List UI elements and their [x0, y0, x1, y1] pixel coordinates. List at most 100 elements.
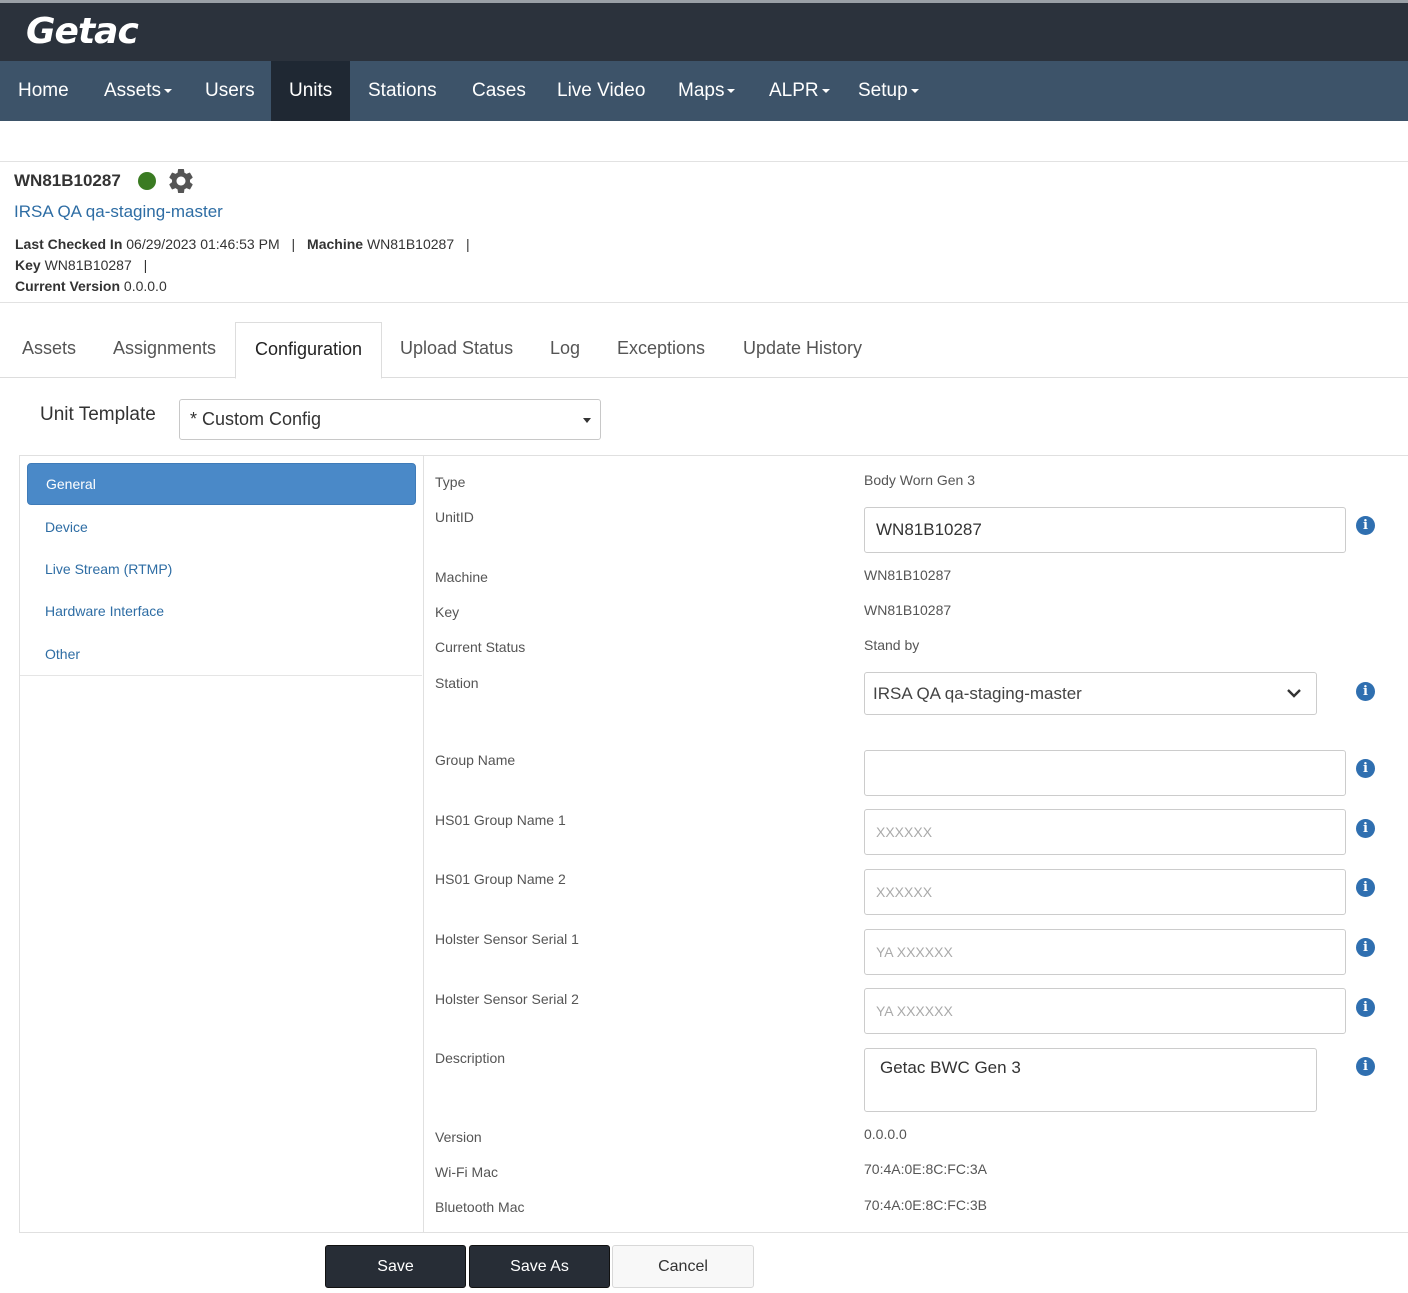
station-label: Station	[435, 675, 479, 691]
divider	[0, 302, 1408, 303]
nav-maps[interactable]: Maps	[660, 61, 753, 121]
station-select-value: IRSA QA qa-staging-master	[873, 684, 1082, 703]
nav-setup[interactable]: Setup	[840, 61, 937, 121]
unit-template-label: Unit Template	[40, 404, 156, 425]
holster-sensor-serial-1-label: Holster Sensor Serial 1	[435, 931, 579, 947]
sidebar-divider	[423, 455, 424, 1233]
gear-icon[interactable]	[166, 166, 196, 196]
key-label: Key	[15, 257, 41, 273]
nav-setup-label: Setup	[858, 80, 908, 101]
unitid-label: UnitID	[435, 509, 474, 525]
status-online-icon	[138, 172, 156, 190]
type-value: Body Worn Gen 3	[864, 472, 976, 488]
save-button[interactable]: Save	[325, 1245, 466, 1288]
caret-down-icon	[164, 88, 173, 93]
current-version-label: Current Version	[15, 278, 121, 294]
nav-maps-label: Maps	[678, 80, 725, 101]
tab-upload-status[interactable]: Upload Status	[381, 322, 532, 378]
tab-configuration[interactable]: Configuration	[235, 322, 383, 379]
last-checked-value: 06/29/2023 01:46:53 PM	[126, 236, 280, 252]
info-icon[interactable]: i	[1356, 878, 1375, 897]
chevron-down-icon	[1287, 689, 1301, 698]
meta-line-3: Current Version 0.0.0.0	[15, 278, 167, 294]
caret-down-icon	[583, 418, 591, 423]
nav-cases[interactable]: Cases	[454, 61, 544, 121]
group-name-input[interactable]	[864, 750, 1346, 796]
group-name-label: Group Name	[435, 752, 516, 768]
station-link[interactable]: IRSA QA qa-staging-master	[14, 202, 223, 222]
sidebar-item-device[interactable]: Device	[27, 507, 416, 549]
tab-log[interactable]: Log	[531, 322, 599, 378]
key-value: WN81B10287	[864, 602, 952, 618]
sidebar-item-general[interactable]: General	[27, 463, 416, 505]
nav-assets-label: Assets	[104, 80, 162, 101]
nav-users-label: Users	[205, 80, 255, 101]
info-icon[interactable]: i	[1356, 998, 1375, 1017]
divider	[0, 161, 1408, 162]
nav-alpr[interactable]: ALPR	[751, 61, 848, 121]
sidebar-item-live-stream[interactable]: Live Stream (RTMP)	[27, 549, 416, 591]
unit-template-value: * Custom Config	[190, 409, 322, 429]
unit-title: WN81B10287	[14, 171, 121, 190]
tab-exceptions[interactable]: Exceptions	[598, 322, 724, 378]
separator: |	[143, 257, 148, 273]
info-icon[interactable]: i	[1356, 516, 1375, 535]
caret-down-icon	[727, 88, 736, 93]
nav-users[interactable]: Users	[187, 61, 273, 121]
hs01-group-name-2-input[interactable]	[864, 869, 1346, 915]
nav-home[interactable]: Home	[0, 61, 87, 121]
version-label: Version	[435, 1129, 482, 1145]
current-status-label: Current Status	[435, 639, 526, 655]
tab-assets[interactable]: Assets	[3, 322, 95, 378]
getac-logo[interactable]: Getac	[26, 11, 139, 52]
key-value: WN81B10287	[44, 257, 132, 273]
info-icon[interactable]: i	[1356, 682, 1375, 701]
nav-assets[interactable]: Assets	[86, 61, 190, 121]
nav-stations[interactable]: Stations	[350, 61, 455, 121]
holster-sensor-serial-1-input[interactable]	[864, 929, 1346, 975]
machine-value: WN81B10287	[864, 567, 952, 583]
type-label: Type	[435, 474, 466, 490]
last-checked-label: Last Checked In	[15, 236, 123, 252]
machine-value: WN81B10287	[366, 236, 455, 252]
meta-line-1: Last Checked In 06/29/2023 01:46:53 PM |…	[15, 236, 478, 252]
top-bar: Getac	[0, 0, 1408, 61]
hs01-group-name-1-label: HS01 Group Name 1	[435, 812, 566, 828]
info-icon[interactable]: i	[1356, 819, 1375, 838]
info-icon[interactable]: i	[1356, 759, 1375, 778]
unit-tabs: Assets Assignments Configuration Upload …	[0, 322, 1408, 379]
machine-label: Machine	[307, 236, 364, 252]
nav-live-video[interactable]: Live Video	[539, 61, 663, 121]
nav-units-label: Units	[289, 80, 333, 101]
cancel-button[interactable]: Cancel	[612, 1245, 754, 1288]
station-select[interactable]: IRSA QA qa-staging-master	[864, 672, 1317, 715]
wifi-mac-value: 70:4A:0E:8C:FC:3A	[864, 1161, 987, 1177]
holster-sensor-serial-2-label: Holster Sensor Serial 2	[435, 991, 579, 1007]
meta-line-2: Key WN81B10287 |	[15, 257, 155, 273]
info-icon[interactable]: i	[1356, 1057, 1375, 1076]
nav-stations-label: Stations	[368, 80, 437, 101]
unit-template-select[interactable]: * Custom Config	[179, 399, 601, 440]
sidebar-item-hardware-interface[interactable]: Hardware Interface	[27, 591, 416, 633]
machine-label: Machine	[435, 569, 488, 585]
separator: |	[291, 236, 296, 252]
holster-sensor-serial-2-input[interactable]	[864, 988, 1346, 1034]
info-icon[interactable]: i	[1356, 938, 1375, 957]
tab-assignments[interactable]: Assignments	[94, 322, 235, 378]
bluetooth-mac-label: Bluetooth Mac	[435, 1199, 525, 1215]
current-version-value: 0.0.0.0	[123, 278, 167, 294]
hs01-group-name-2-label: HS01 Group Name 2	[435, 871, 566, 887]
nav-units[interactable]: Units	[271, 61, 350, 121]
hs01-group-name-1-input[interactable]	[864, 809, 1346, 855]
wifi-mac-label: Wi-Fi Mac	[435, 1164, 498, 1180]
nav-live-video-label: Live Video	[557, 80, 646, 101]
key-label: Key	[435, 604, 460, 620]
sidebar-item-other[interactable]: Other	[27, 634, 416, 676]
unitid-input[interactable]	[864, 507, 1346, 553]
main-nav: Home Assets Users Units Stations Cases L…	[0, 61, 1408, 121]
description-textarea[interactable]: Getac BWC Gen 3	[864, 1048, 1317, 1112]
bluetooth-mac-value: 70:4A:0E:8C:FC:3B	[864, 1197, 987, 1213]
caret-down-icon	[821, 88, 830, 93]
tab-update-history[interactable]: Update History	[724, 322, 881, 378]
save-as-button[interactable]: Save As	[469, 1245, 610, 1288]
